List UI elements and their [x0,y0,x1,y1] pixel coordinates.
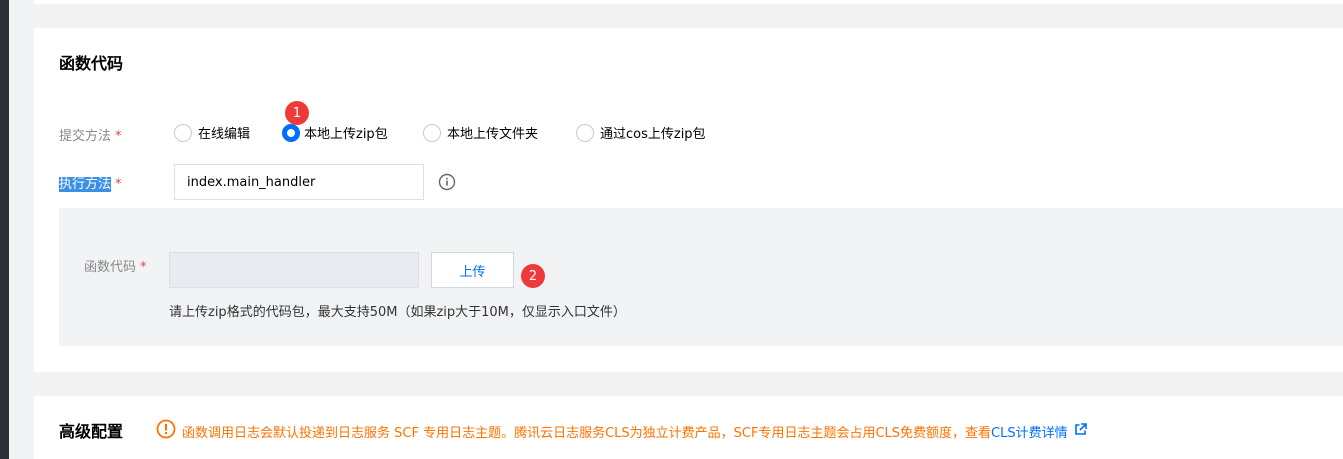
submit-method-label: 提交方法 * [59,125,122,144]
radio-circle[interactable] [174,123,192,142]
upload-button[interactable]: 上传 [431,252,514,288]
handler-label: 执行方法 * [59,173,122,192]
radio-label: 在线编辑 [198,127,251,142]
submit-method-label-text: 提交方法 [59,129,112,144]
handler-input[interactable] [174,164,424,200]
radio-cos-zip[interactable]: 通过cos上传zip包 [576,123,706,142]
advanced-notice: 函数调用日志会默认投递到日志服务 SCF 专用日志主题。腾讯云日志服务CLS为独… [156,419,1087,443]
info-icon[interactable] [438,173,456,195]
radio-local-zip[interactable]: 本地上传zip包 [282,123,388,142]
step-badge-1: 1 [285,101,309,125]
warning-circle-icon [156,419,176,443]
radio-circle[interactable] [576,123,594,142]
radio-circle[interactable] [423,123,441,142]
step-badge-2: 2 [521,264,545,288]
left-sidebar-edge [0,0,9,459]
advanced-notice-text: 函数调用日志会默认投递到日志服务 SCF 专用日志主题。腾讯云日志服务CLS为独… [182,425,992,441]
section-title-advanced: 高级配置 [59,422,124,441]
radio-online-edit[interactable]: 在线编辑 [174,123,250,142]
required-mark: * [115,177,122,192]
cls-billing-link[interactable]: CLS计费详情 [991,422,1068,441]
radio-label: 通过cos上传zip包 [600,127,706,142]
previous-section-card [34,0,1343,4]
radio-local-folder[interactable]: 本地上传文件夹 [423,123,538,142]
radio-circle-selected[interactable] [282,123,300,142]
upload-code-label-text: 函数代码 [84,260,137,275]
external-link-icon[interactable] [1074,422,1087,440]
required-mark: * [115,129,122,144]
upload-file-field [169,252,419,288]
handler-label-text: 执行方法 [59,177,112,192]
upload-code-label: 函数代码 * [84,256,147,275]
radio-label: 本地上传文件夹 [447,127,539,142]
radio-label: 本地上传zip包 [304,127,388,142]
section-title-function-code: 函数代码 [59,54,124,73]
required-mark: * [140,260,147,275]
upload-hint: 请上传zip格式的代码包，最大支持50M（如果zip大于10M，仅显示入口文件） [169,305,626,320]
